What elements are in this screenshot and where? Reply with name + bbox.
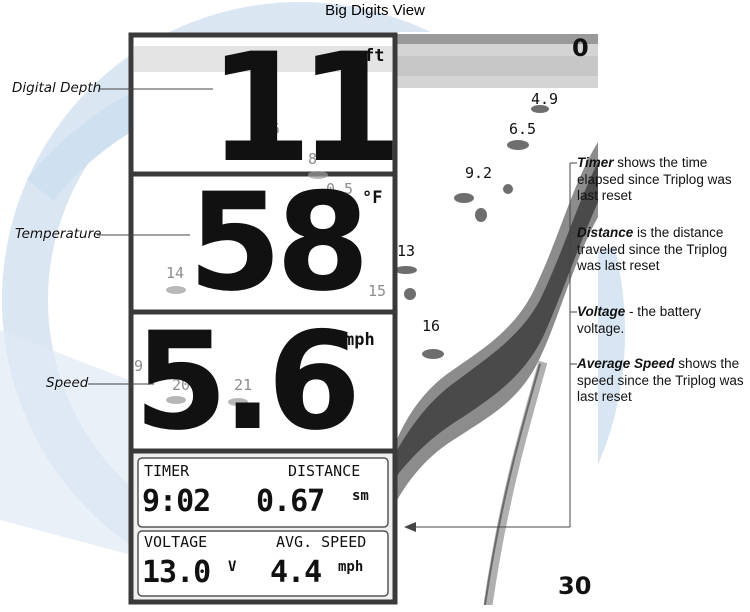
distance-term: Distance [577,225,634,240]
distance-description: Distance is the distance traveled since … [577,225,749,275]
avg-speed-term: Average Speed [577,356,675,371]
speed-label: Speed [46,375,89,391]
voltage-description: Voltage - the battery voltage. [577,304,749,337]
temperature-label: Temperature [15,226,102,242]
timer-description: Timer shows the time elapsed since Tripl… [577,155,749,205]
voltage-term: Voltage [577,304,626,319]
digital-depth-label: Digital Depth [12,80,102,96]
timer-term: Timer [577,155,614,170]
avg-speed-description: Average Speed shows the speed since the … [577,356,749,406]
